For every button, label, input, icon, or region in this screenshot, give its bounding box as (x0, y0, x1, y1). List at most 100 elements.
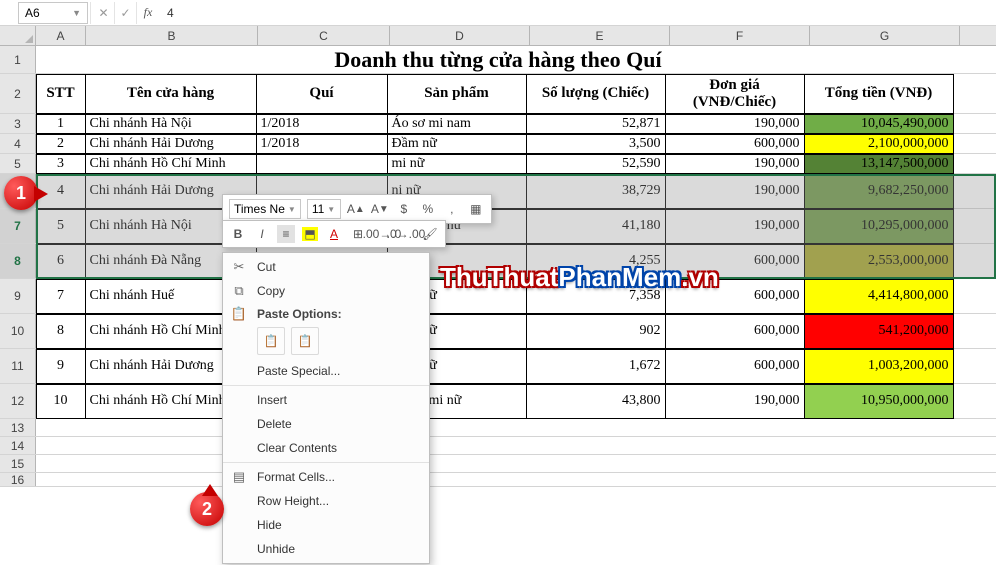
paste-keep-source-icon[interactable]: 📋 (257, 327, 285, 355)
currency-icon[interactable]: $ (395, 200, 413, 218)
comma-icon[interactable]: , (443, 200, 461, 218)
italic-icon[interactable]: I (253, 225, 271, 243)
cell-tt[interactable]: 541,200,000 (804, 314, 954, 349)
cell-sp[interactable]: Áo sơ mi nam (387, 114, 527, 134)
menu-row-height[interactable]: Row Height... (223, 489, 429, 513)
menu-format-cells[interactable]: ▤Format Cells... (223, 465, 429, 489)
select-all-corner[interactable] (0, 26, 36, 45)
row-header[interactable]: 2 (0, 74, 36, 113)
menu-delete[interactable]: Delete (223, 412, 429, 436)
row-header[interactable]: 3 (0, 114, 36, 133)
cell-tt[interactable]: 2,553,000,000 (804, 244, 954, 279)
cell-stt[interactable]: 9 (36, 349, 86, 384)
cell-ten[interactable]: Chi nhánh Hồ Chí Minh (85, 154, 257, 174)
cancel-formula-button[interactable]: ✕ (93, 2, 115, 24)
align-icon[interactable]: ≡ (277, 225, 295, 243)
paste-values-icon[interactable]: 📋 (291, 327, 319, 355)
cell-stt[interactable]: 1 (36, 114, 86, 134)
row-header[interactable]: 1 (0, 46, 36, 73)
context-menu[interactable]: ✂Cut ⧉Copy 📋Paste Options: 📋 📋 Paste Spe… (222, 252, 430, 564)
cell-stt[interactable]: 10 (36, 384, 86, 419)
cell-sl[interactable]: 1,672 (526, 349, 666, 384)
decrease-font-icon[interactable]: A▼ (371, 200, 389, 218)
col-header-e[interactable]: E (530, 26, 670, 45)
formula-input[interactable]: 4 (159, 6, 996, 20)
cell-tt[interactable]: 10,045,490,000 (804, 114, 954, 134)
cell-stt[interactable]: 6 (36, 244, 86, 279)
col-header-c[interactable]: C (258, 26, 390, 45)
row-header[interactable]: 16 (0, 473, 36, 486)
font-size-box[interactable]: 11▼ (307, 199, 341, 219)
name-box[interactable]: A6 ▼ (18, 2, 88, 24)
cell-tt[interactable]: 10,295,000,000 (804, 209, 954, 244)
cell-dg[interactable]: 190,000 (665, 114, 805, 134)
increase-decimal-icon[interactable]: .0→.00 (397, 225, 415, 243)
col-header-d[interactable]: D (390, 26, 530, 45)
cell-tt[interactable]: 9,682,250,000 (804, 174, 954, 209)
menu-hide[interactable]: Hide (223, 513, 429, 537)
cell-sp[interactable]: mi nữ (387, 154, 527, 174)
cell-dg[interactable]: 190,000 (665, 154, 805, 174)
row-header[interactable]: 8 (0, 244, 36, 278)
cell-qui[interactable] (256, 154, 388, 174)
cell-stt[interactable]: 2 (36, 134, 86, 154)
cell-stt[interactable]: 5 (36, 209, 86, 244)
cell-dg[interactable]: 600,000 (665, 314, 805, 349)
font-name-box[interactable]: Times Ne▼ (229, 199, 301, 219)
cell-tt[interactable]: 10,950,000,000 (804, 384, 954, 419)
cell-ten[interactable]: Chi nhánh Hà Nội (85, 114, 257, 134)
menu-cut[interactable]: ✂Cut (223, 255, 429, 279)
cell-dg[interactable]: 600,000 (665, 134, 805, 154)
fx-button[interactable]: fx (137, 2, 159, 24)
cell-stt[interactable]: 7 (36, 279, 86, 314)
col-header-b[interactable]: B (86, 26, 258, 45)
menu-clear-contents[interactable]: Clear Contents (223, 436, 429, 460)
cell-sl[interactable]: 41,180 (526, 209, 666, 244)
font-color-icon[interactable]: A (325, 225, 343, 243)
menu-insert[interactable]: Insert (223, 388, 429, 412)
row-header[interactable]: 11 (0, 349, 36, 383)
cell-qui[interactable]: 1/2018 (256, 134, 388, 154)
cell-dg[interactable]: 600,000 (665, 349, 805, 384)
menu-paste-special[interactable]: Paste Special... (223, 359, 429, 383)
row-header[interactable]: 10 (0, 314, 36, 348)
menu-unhide[interactable]: Unhide (223, 537, 429, 561)
percent-icon[interactable]: % (419, 200, 437, 218)
cell-sl[interactable]: 902 (526, 314, 666, 349)
bold-icon[interactable]: B (229, 225, 247, 243)
cell-stt[interactable]: 3 (36, 154, 86, 174)
cell-dg[interactable]: 190,000 (665, 209, 805, 244)
cell-sl[interactable]: 3,500 (526, 134, 666, 154)
fill-color-icon[interactable]: ⬒ (301, 225, 319, 243)
col-header-g[interactable]: G (810, 26, 960, 45)
cell-tt[interactable]: 1,003,200,000 (804, 349, 954, 384)
cell-dg[interactable]: 190,000 (665, 384, 805, 419)
cell-sl[interactable]: 38,729 (526, 174, 666, 209)
mini-toolbar-2[interactable]: B I ≡ ⬒ A ⊞ .00→.0 .0→.00 🖌 (222, 220, 446, 248)
row-header[interactable]: 9 (0, 279, 36, 313)
format-painter-icon[interactable]: 🖌 (421, 225, 439, 243)
cell-sl[interactable]: 52,590 (526, 154, 666, 174)
increase-font-icon[interactable]: A▲ (347, 200, 365, 218)
accept-formula-button[interactable]: ✓ (115, 2, 137, 24)
row-header[interactable]: 5 (0, 154, 36, 173)
row-header[interactable]: 14 (0, 437, 36, 454)
row-header[interactable]: 12 (0, 384, 36, 418)
col-header-f[interactable]: F (670, 26, 810, 45)
cell-qui[interactable]: 1/2018 (256, 114, 388, 134)
cell-tt[interactable]: 13,147,500,000 (804, 154, 954, 174)
cell-sl[interactable]: 43,800 (526, 384, 666, 419)
cell-ten[interactable]: Chi nhánh Hải Dương (85, 134, 257, 154)
row-header[interactable]: 15 (0, 455, 36, 472)
menu-copy[interactable]: ⧉Copy (223, 279, 429, 303)
cell-sl[interactable]: 52,871 (526, 114, 666, 134)
row-header[interactable]: 13 (0, 419, 36, 436)
cell-tt[interactable]: 2,100,000,000 (804, 134, 954, 154)
col-header-a[interactable]: A (36, 26, 86, 45)
cell-dg[interactable]: 190,000 (665, 174, 805, 209)
row-header[interactable]: 7 (0, 209, 36, 243)
row-header[interactable]: 4 (0, 134, 36, 153)
cell-tt[interactable]: 4,414,800,000 (804, 279, 954, 314)
cell-stt[interactable]: 8 (36, 314, 86, 349)
table-icon[interactable]: ▦ (467, 200, 485, 218)
